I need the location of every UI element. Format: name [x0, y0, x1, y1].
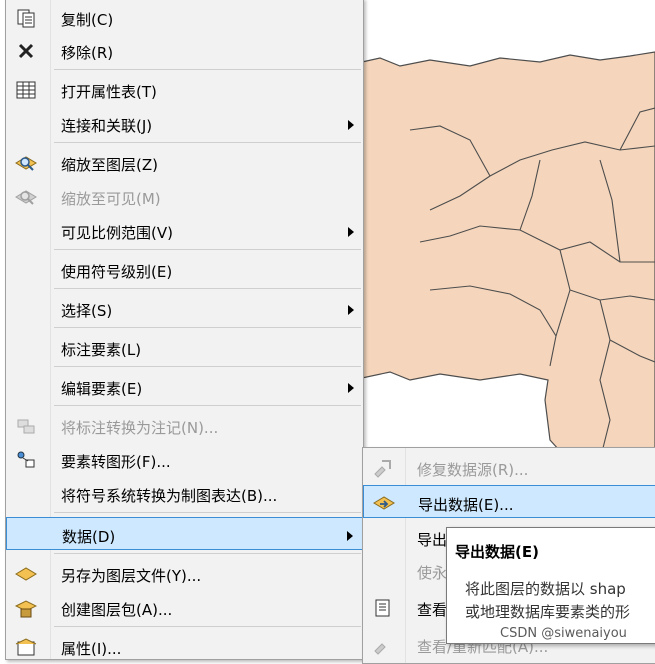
menu-item-label: 创建图层包(A)...	[61, 601, 173, 619]
menu-item-label: 导出数据(E)...	[418, 496, 514, 514]
menu-item-data[interactable]: 数据(D)	[6, 517, 363, 550]
menu-item-label: 查看	[417, 601, 448, 619]
tooltip-line-1: 将此图层的数据以 shap	[465, 580, 626, 598]
menu-separator	[54, 249, 361, 250]
menu-item-label: 连接和关联(J)	[61, 117, 153, 135]
menu-separator	[54, 69, 361, 70]
menu-item-label: 使用符号级别(E)	[61, 263, 173, 281]
copy-icon	[17, 9, 35, 28]
menu-item-label: 移除(R)	[61, 44, 114, 62]
tooltip-line-2: 或地理数据库要素类的形	[465, 603, 631, 621]
tooltip-title: 导出数据(E)	[455, 543, 539, 561]
menu-item-repair-data-source: 修复数据源(R)...	[363, 451, 655, 484]
menu-item-label: 复制(C)	[61, 11, 114, 29]
menu-item-use-symbol-levels[interactable]: 使用符号级别(E)	[6, 253, 363, 286]
menu-separator	[54, 626, 361, 627]
features-to-graphics-icon	[17, 451, 35, 468]
menu-item-remove[interactable]: 移除(R)	[6, 34, 363, 67]
menu-item-label: 另存为图层文件(Y)...	[61, 567, 202, 585]
menu-separator	[54, 553, 361, 554]
menu-item-selection[interactable]: 选择(S)	[6, 292, 363, 325]
menu-separator	[54, 366, 361, 367]
menu-item-label: 使永	[417, 564, 448, 582]
menu-item-label: 将符号系统转换为制图表达(B)...	[61, 487, 278, 505]
menu-separator	[54, 327, 361, 328]
menu-item-label: 缩放至可见(M)	[61, 190, 161, 208]
menu-item-joins-relates[interactable]: 连接和关联(J)	[6, 107, 363, 140]
menu-item-save-layer-file[interactable]: 另存为图层文件(Y)...	[6, 557, 363, 590]
menu-separator	[54, 288, 361, 289]
submenu-arrow-icon	[348, 120, 354, 130]
convert-labels-icon	[17, 419, 35, 434]
zoom-to-layer-icon	[15, 156, 37, 171]
menu-item-properties[interactable]: 属性(I)...	[6, 630, 363, 663]
menu-item-label: 修复数据源(R)...	[417, 461, 529, 479]
properties-icon	[15, 638, 37, 656]
submenu-arrow-icon	[348, 383, 354, 393]
menu-item-label: 选择(S)	[61, 302, 113, 320]
menu-separator	[54, 142, 361, 143]
zoom-to-visible-icon	[15, 190, 37, 205]
menu-item-open-attribute-table[interactable]: 打开属性表(T)	[6, 73, 363, 106]
watermark-text: CSDN @siwenaiyou	[500, 626, 627, 641]
menu-item-create-layer-package[interactable]: 创建图层包(A)...	[6, 591, 363, 624]
menu-item-label: 属性(I)...	[61, 640, 122, 658]
menu-item-label-features[interactable]: 标注要素(L)	[6, 331, 363, 364]
menu-separator	[54, 512, 361, 513]
menu-item-zoom-to-layer[interactable]: 缩放至图层(Z)	[6, 146, 363, 179]
menu-item-label: 缩放至图层(Z)	[61, 156, 158, 174]
menu-item-label: 可见比例范围(V)	[61, 224, 173, 242]
menu-item-label: 数据(D)	[62, 528, 116, 546]
menu-item-convert-labels: 将标注转换为注记(N)...	[6, 409, 363, 442]
menu-item-label: 标注要素(L)	[61, 341, 142, 359]
repair-data-source-icon	[374, 460, 391, 478]
save-layer-file-icon	[15, 567, 37, 581]
submenu-arrow-icon	[348, 305, 354, 315]
menu-item-label: 编辑要素(E)	[61, 380, 143, 398]
menu-item-label: 将标注转换为注记(N)...	[61, 419, 219, 437]
remove-x-icon	[18, 43, 34, 59]
attribute-table-icon	[16, 81, 36, 99]
menu-item-features-to-graphics[interactable]: 要素转图形(F)...	[6, 443, 363, 476]
menu-item-label: 导出	[417, 531, 448, 549]
menu-item-export-data[interactable]: 导出数据(E)...	[363, 485, 655, 518]
menu-item-copy[interactable]: 复制(C)	[6, 1, 363, 34]
submenu-arrow-icon	[348, 227, 354, 237]
tooltip-description: 将此图层的数据以 shap 或地理数据库要素类的形	[465, 578, 630, 624]
menu-item-visible-scale-range[interactable]: 可见比例范围(V)	[6, 214, 363, 247]
menu-item-label: 要素转图形(F)...	[61, 453, 171, 471]
layer-context-menu: 复制(C) 移除(R) 打开属性表(T) 连接和关联(J) 缩放至图层(Z) 缩…	[5, 0, 364, 660]
menu-separator	[54, 405, 361, 406]
menu-item-label: 打开属性表(T)	[61, 83, 157, 101]
export-data-icon	[373, 496, 395, 510]
menu-item-convert-symbology[interactable]: 将符号系统转换为制图表达(B)...	[6, 477, 363, 510]
menu-item-edit-features[interactable]: 编辑要素(E)	[6, 370, 363, 403]
create-layer-package-icon	[15, 600, 37, 618]
submenu-arrow-icon	[347, 531, 353, 541]
view-metadata-icon	[375, 599, 390, 617]
menu-item-zoom-to-visible: 缩放至可见(M)	[6, 180, 363, 213]
